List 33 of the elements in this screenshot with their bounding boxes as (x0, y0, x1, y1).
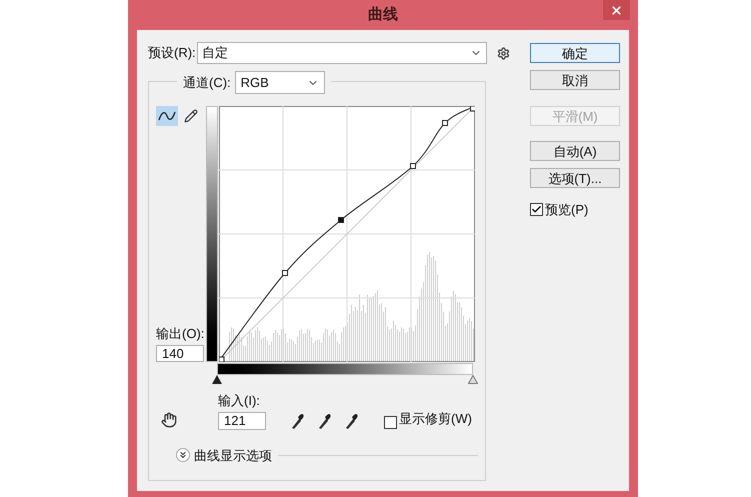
window-title: 曲线 (368, 4, 398, 25)
hand-icon[interactable] (161, 412, 177, 428)
input-label: 输入(I): (218, 392, 261, 410)
wave-icon (158, 111, 176, 121)
output-label: 输出(O): (156, 324, 206, 343)
dialog-button[interactable]: 确定 (530, 43, 620, 63)
double-chevron-icon (178, 450, 188, 460)
output-field[interactable]: 140 (156, 345, 204, 362)
curve-tool-button[interactable] (156, 106, 178, 126)
preview-checkbox[interactable] (530, 203, 543, 216)
preset-label: 预设(R): (148, 44, 197, 62)
preview-label: 预览(P) (545, 201, 588, 219)
shadow-slider-icon[interactable] (212, 375, 222, 384)
channel-dropdown[interactable]: RGB (234, 71, 325, 94)
eyedropper-icon[interactable] (290, 412, 304, 428)
channel-label: 通道(C): (183, 74, 231, 92)
pencil-icon (184, 109, 198, 123)
input-field[interactable]: 121 (218, 412, 266, 430)
display-options-label: 曲线显示选项 (194, 446, 272, 464)
dialog-button[interactable]: 取消 (530, 70, 620, 90)
dialog-button[interactable]: 选项(T)... (530, 168, 620, 188)
show-clipping-label: 显示修剪(W) (399, 410, 472, 428)
curve-graph-drawing[interactable] (219, 106, 475, 362)
expand-toggle[interactable] (176, 448, 190, 462)
eyedropper-icon[interactable] (344, 412, 358, 428)
close-icon (610, 4, 623, 16)
highlight-slider-icon[interactable] (468, 375, 478, 384)
dialog-button[interactable]: 自动(A) (530, 141, 620, 161)
close-button[interactable] (603, 0, 630, 20)
show-clipping-checkbox[interactable] (384, 416, 397, 428)
settings-icon[interactable] (497, 46, 510, 60)
preset-dropdown[interactable]: 自定 (197, 42, 487, 64)
eyedropper-icon[interactable] (317, 412, 331, 428)
